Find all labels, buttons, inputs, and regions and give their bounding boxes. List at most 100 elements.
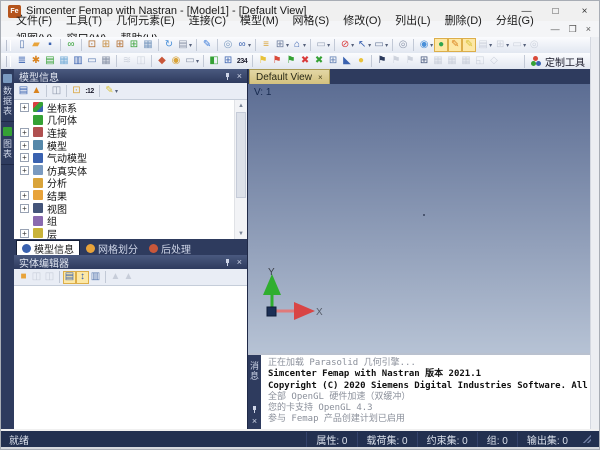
mdi-restore-icon[interactable]: ❒ — [569, 24, 577, 35]
graphics-viewport[interactable]: V: 1 Y X — [248, 84, 591, 355]
charting-panel-icon[interactable]: ▤ — [43, 54, 57, 68]
dropdown-arrow-icon[interactable]: ▾ — [115, 88, 118, 95]
export-model-icon[interactable]: ⊞ — [113, 38, 127, 52]
flag-disabled-1-icon[interactable]: ⚑ — [389, 54, 403, 68]
dropdown-arrow-icon[interactable]: ▾ — [286, 42, 289, 49]
close-icon[interactable]: × — [237, 258, 242, 267]
new-file-icon[interactable]: ▯ — [15, 38, 29, 52]
mark-green-x-icon[interactable]: ✖ — [312, 54, 326, 68]
scroll-down-icon[interactable]: ▼ — [235, 228, 247, 239]
tab-charting[interactable]: 图表 — [1, 122, 14, 165]
screen-layout-icon[interactable]: ▭ — [314, 38, 328, 52]
expand-icon[interactable]: + — [20, 204, 29, 213]
paint-ball-icon[interactable]: ● — [354, 54, 368, 68]
tab-model-info[interactable]: 模型信息 — [16, 240, 80, 255]
mdi-close-icon[interactable]: × — [586, 24, 591, 35]
lock-icon[interactable]: ■ — [17, 271, 30, 284]
zoom-tool-icon[interactable]: ◉ — [417, 38, 431, 52]
resize-grip[interactable] — [583, 435, 591, 443]
menu-item-1[interactable]: 文件(F) — [9, 15, 59, 27]
triangle-ruler-icon[interactable]: ◣ — [340, 54, 354, 68]
flag-green-icon[interactable]: ⚑ — [284, 54, 298, 68]
dropdown-arrow-icon[interactable]: ▾ — [303, 42, 306, 49]
flag-red-icon[interactable]: ⚑ — [270, 54, 284, 68]
dropdown-arrow-icon[interactable]: ▾ — [196, 58, 199, 65]
grid-disabled-2-icon[interactable]: ▦ — [445, 54, 459, 68]
data-table-panel-icon[interactable]: ▥ — [71, 54, 85, 68]
customize-tools-button[interactable]: 定制工具 — [524, 55, 591, 68]
menu-item-8[interactable]: 列出(L) — [388, 15, 437, 27]
import-model-icon[interactable]: ⊡ — [85, 38, 99, 52]
sort-toggle-icon[interactable]: ↕ — [76, 271, 89, 284]
toolbar-grip[interactable] — [6, 56, 11, 67]
mark-red-x-icon[interactable]: ✖ — [298, 54, 312, 68]
link-tool-icon[interactable]: ∞ — [235, 38, 249, 52]
highlight-mode-icon[interactable]: ✎ — [462, 38, 476, 52]
entity-checklist-icon[interactable]: ▤ — [17, 85, 30, 98]
import-geometry-icon[interactable]: ∞ — [64, 38, 78, 52]
select-cursor-icon[interactable]: ↖ — [355, 38, 369, 52]
monitor-window-icon[interactable]: ▭ — [183, 54, 197, 68]
circle-select-icon[interactable]: ◎ — [396, 38, 410, 52]
dropdown-arrow-icon[interactable]: ▾ — [351, 42, 354, 49]
pin-icon[interactable] — [224, 258, 231, 267]
close-icon[interactable]: × — [237, 72, 242, 81]
flag-disabled-2-icon[interactable]: ⚑ — [403, 54, 417, 68]
layout-disabled-icon[interactable]: ◱ — [473, 54, 487, 68]
menu-item-3[interactable]: 几何元素(E) — [109, 15, 182, 27]
material-ball-icon[interactable]: ◉ — [169, 54, 183, 68]
copy-disabled-icon[interactable]: ▤ — [476, 38, 490, 52]
mesh-plus-icon[interactable]: ⊞ — [326, 54, 340, 68]
menu-item-4[interactable]: 连接(C) — [182, 15, 233, 27]
close-icon[interactable]: × — [252, 417, 257, 426]
expand-icon[interactable]: + — [20, 103, 29, 112]
point-mode-icon[interactable]: ● — [434, 38, 448, 52]
expand-icon[interactable]: + — [20, 229, 29, 238]
view-tab-default[interactable]: Default View × — [249, 69, 330, 84]
copy-disabled-icon[interactable]: ◫ — [43, 271, 56, 284]
menu-item-2[interactable]: 工具(T) — [59, 15, 109, 27]
undo-icon[interactable]: ↻ — [162, 38, 176, 52]
tree-item-layers[interactable]: +层 — [14, 227, 235, 239]
grid-disabled-icon[interactable]: ⊞ — [493, 38, 507, 52]
dropdown-arrow-icon[interactable]: ▾ — [248, 42, 251, 49]
import-analysis-icon[interactable]: ⊞ — [99, 38, 113, 52]
view-orient-icon[interactable]: ⌂ — [290, 38, 304, 52]
window-disabled-icon[interactable]: ▭ — [510, 38, 524, 52]
circle-disabled-icon[interactable]: ◎ — [527, 38, 541, 52]
copy-entities-icon[interactable]: ◫ — [50, 85, 63, 98]
trash-disabled-icon[interactable]: ◫ — [134, 54, 148, 68]
entity-editor-body[interactable] — [14, 286, 247, 429]
push-up-disabled-icon[interactable]: ▲ — [109, 271, 122, 284]
tree-scrollbar[interactable]: ▲ ▼ — [234, 100, 247, 239]
menu-item-10[interactable]: 分组(G) — [489, 15, 541, 27]
tab-meshing[interactable]: 网格划分 — [81, 241, 143, 255]
expand-icon[interactable]: + — [20, 141, 29, 150]
render-3d-icon[interactable]: ◆ — [155, 54, 169, 68]
scroll-up-icon[interactable]: ▲ — [235, 100, 247, 111]
dropdown-arrow-icon[interactable]: ▾ — [327, 42, 330, 49]
rotate-view-icon[interactable]: ◎ — [221, 38, 235, 52]
toolbar-grip[interactable] — [6, 40, 11, 51]
count-badge-icon[interactable]: :12 — [83, 85, 96, 98]
selector-off-icon[interactable]: ⊘ — [338, 38, 352, 52]
expand-icon[interactable]: + — [20, 153, 29, 162]
open-file-icon[interactable]: ▰ — [29, 38, 43, 52]
close-button[interactable]: × — [570, 1, 599, 21]
pin-icon[interactable] — [251, 405, 258, 414]
tab-postprocessing[interactable]: 后处理 — [144, 241, 196, 255]
print-icon[interactable]: ▤ — [176, 38, 190, 52]
scroll-thumb[interactable] — [236, 112, 246, 198]
entity-numbering-icon[interactable]: 234 — [235, 54, 249, 68]
dropdown-arrow-icon[interactable]: ▾ — [368, 42, 371, 49]
paste-disabled-icon[interactable]: ◫ — [30, 271, 43, 284]
tab-data-table[interactable]: 数据表 — [1, 69, 14, 122]
box-select-icon[interactable]: ▭ — [372, 38, 386, 52]
menu-item-5[interactable]: 模型(M) — [233, 15, 286, 27]
update-box-icon[interactable]: ⊡ — [70, 85, 83, 98]
load-entities-icon[interactable]: ▲ — [30, 85, 43, 98]
menu-item-9[interactable]: 删除(D) — [438, 15, 489, 27]
dropdown-arrow-icon[interactable]: ▾ — [385, 42, 388, 49]
grid-disabled-3-icon[interactable]: ▦ — [459, 54, 473, 68]
view-tab-close-icon[interactable]: × — [318, 73, 323, 82]
